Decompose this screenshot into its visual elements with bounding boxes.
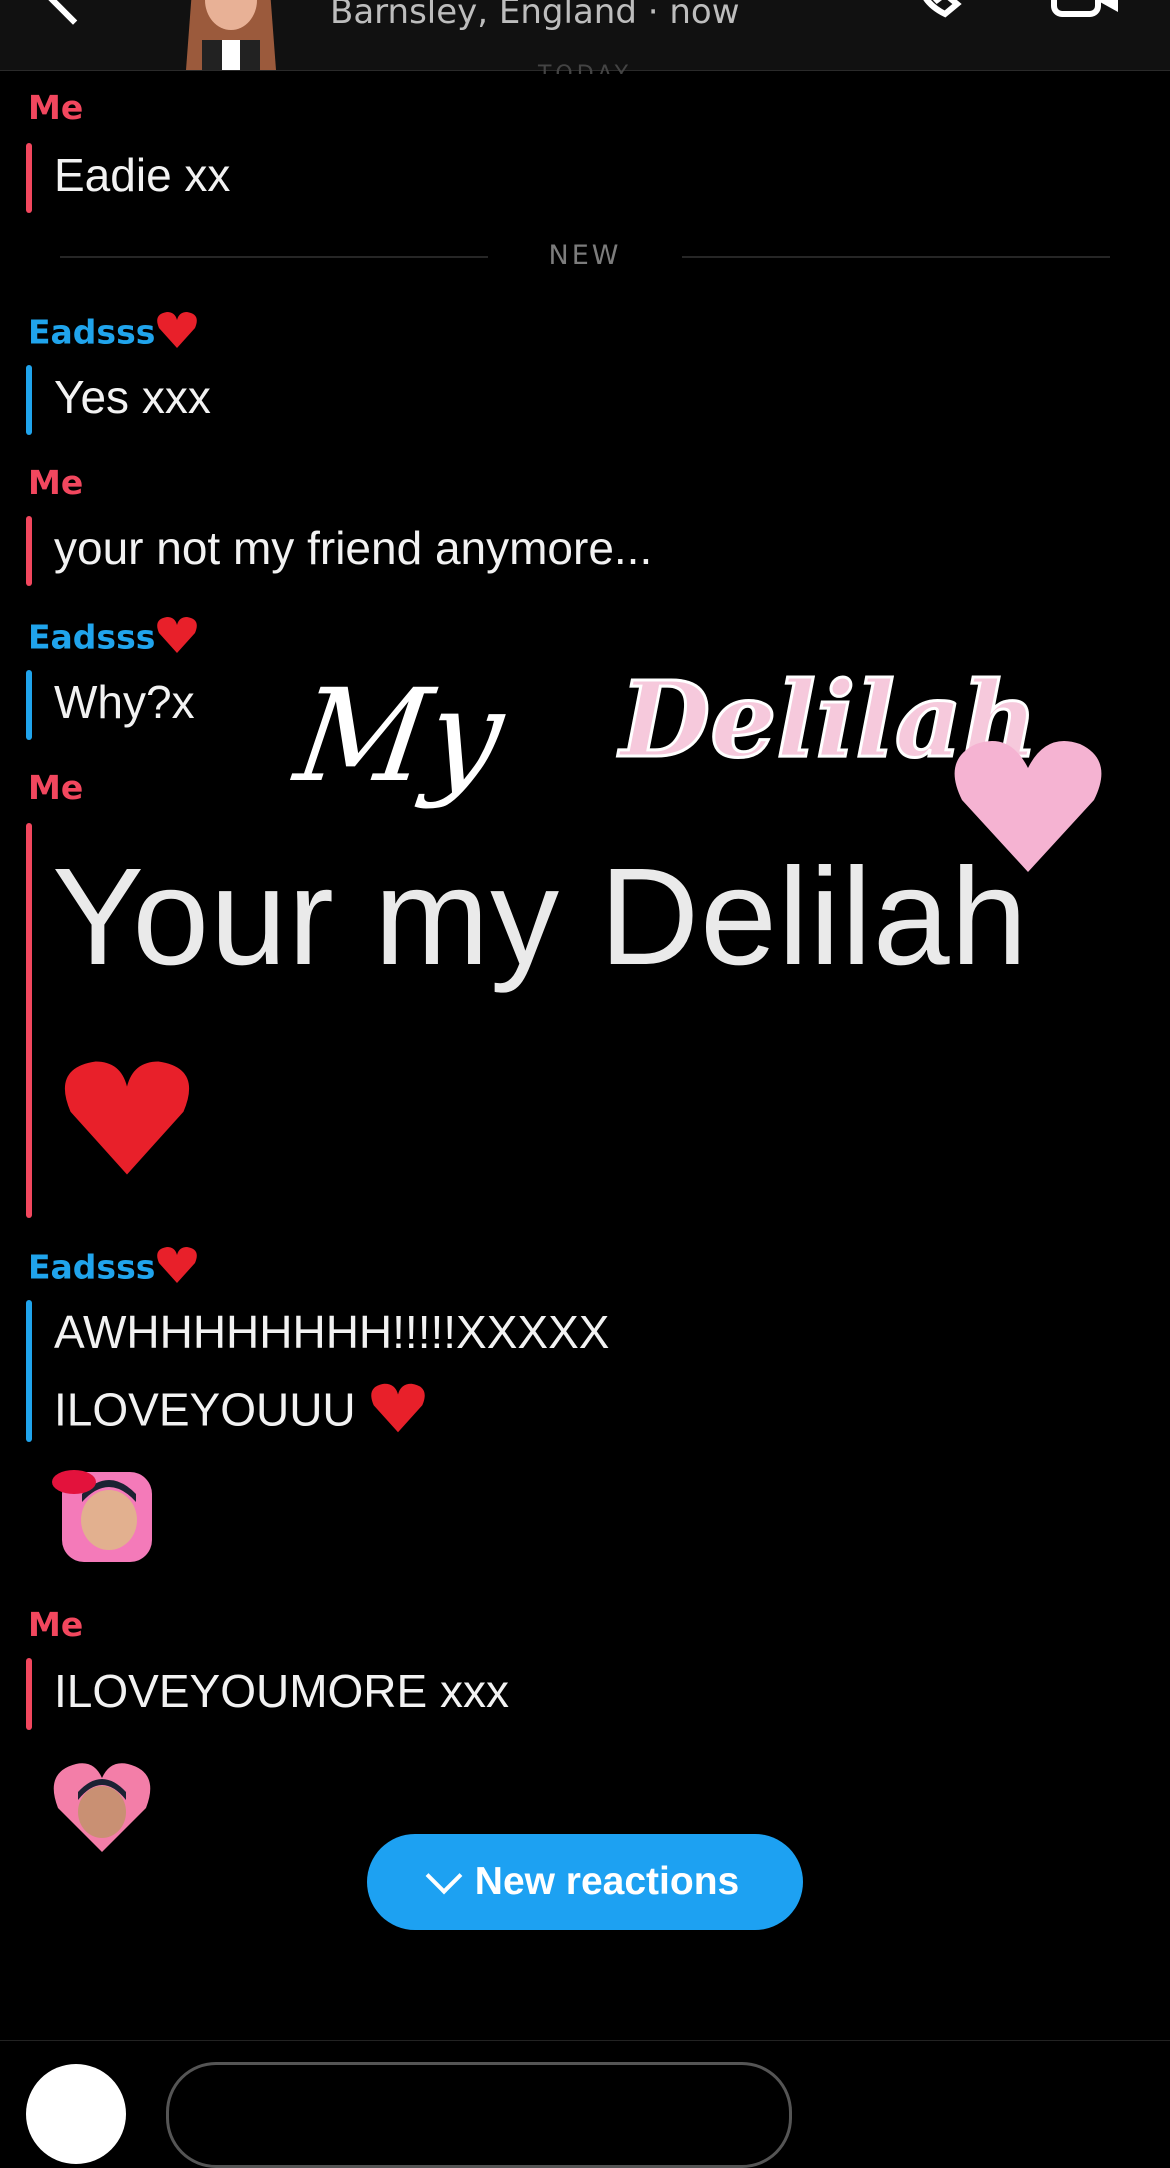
message-bar — [26, 143, 32, 213]
camera-button[interactable] — [26, 2064, 126, 2164]
message-text[interactable]: Yes xxx — [54, 370, 211, 424]
heart-emoji-icon — [155, 310, 199, 358]
sender-label: Me — [28, 463, 84, 502]
heart-emoji-icon — [368, 1381, 428, 1446]
sender-label: Eadsss — [28, 310, 199, 358]
heart-emoji-icon — [155, 615, 199, 663]
message-text[interactable]: AWHHHHHHHH!!!!!XXXXX — [54, 1305, 609, 1359]
sender-label: Me — [28, 768, 84, 807]
bitmoji-kiss-reaction-icon[interactable] — [52, 1462, 156, 1570]
message-text[interactable]: ILOVEYOUMORE xxx — [54, 1664, 509, 1718]
message-bar — [26, 670, 32, 740]
video-camera-icon[interactable] — [1050, 0, 1122, 20]
sender-label: Me — [28, 1605, 84, 1644]
message-text-line2[interactable]: ILOVEYOUUU — [54, 1381, 428, 1446]
message-bar — [26, 823, 32, 1218]
message-bar — [26, 365, 32, 435]
sender-name: Eadsss — [28, 617, 156, 657]
message-text-large[interactable]: Your my Delilah — [52, 838, 1028, 997]
new-reactions-label: New reactions — [474, 1860, 740, 1903]
sender-name: Eadsss — [28, 312, 156, 352]
bitmoji-heart-reaction-icon[interactable] — [50, 1758, 154, 1858]
sender-name: Eadsss — [28, 1247, 156, 1287]
footer-divider — [0, 2040, 1170, 2041]
avatar[interactable] — [172, 0, 290, 70]
sender-label: Me — [28, 88, 84, 127]
message-text[interactable]: Why?x — [54, 675, 195, 729]
chat-subtitle: Barnsley, England · now — [330, 0, 740, 32]
sender-label: Eadsss — [28, 1245, 199, 1293]
message-text[interactable]: your not my friend anymore... — [54, 521, 652, 575]
phone-icon[interactable] — [915, 0, 971, 20]
new-reactions-button[interactable]: New reactions — [367, 1834, 803, 1930]
message-text: ILOVEYOUUU — [54, 1383, 356, 1436]
message-bar — [26, 1658, 32, 1730]
heart-emoji-icon — [155, 1245, 199, 1293]
message-text[interactable]: Eadie xx — [54, 148, 230, 202]
chat-input[interactable] — [166, 2062, 792, 2168]
sticker-text-my[interactable]: My — [288, 662, 512, 811]
back-icon[interactable] — [43, 0, 103, 25]
date-divider-today: TODAY — [0, 62, 1170, 74]
heart-emoji-icon — [58, 1052, 196, 1188]
message-bar — [26, 1300, 32, 1442]
chat-header: Barnsley, England · now — [0, 0, 1170, 71]
chevron-down-icon — [425, 1857, 463, 1895]
message-bar — [26, 516, 32, 586]
divider-line-right — [682, 256, 1110, 258]
sender-label: Eadsss — [28, 615, 199, 663]
